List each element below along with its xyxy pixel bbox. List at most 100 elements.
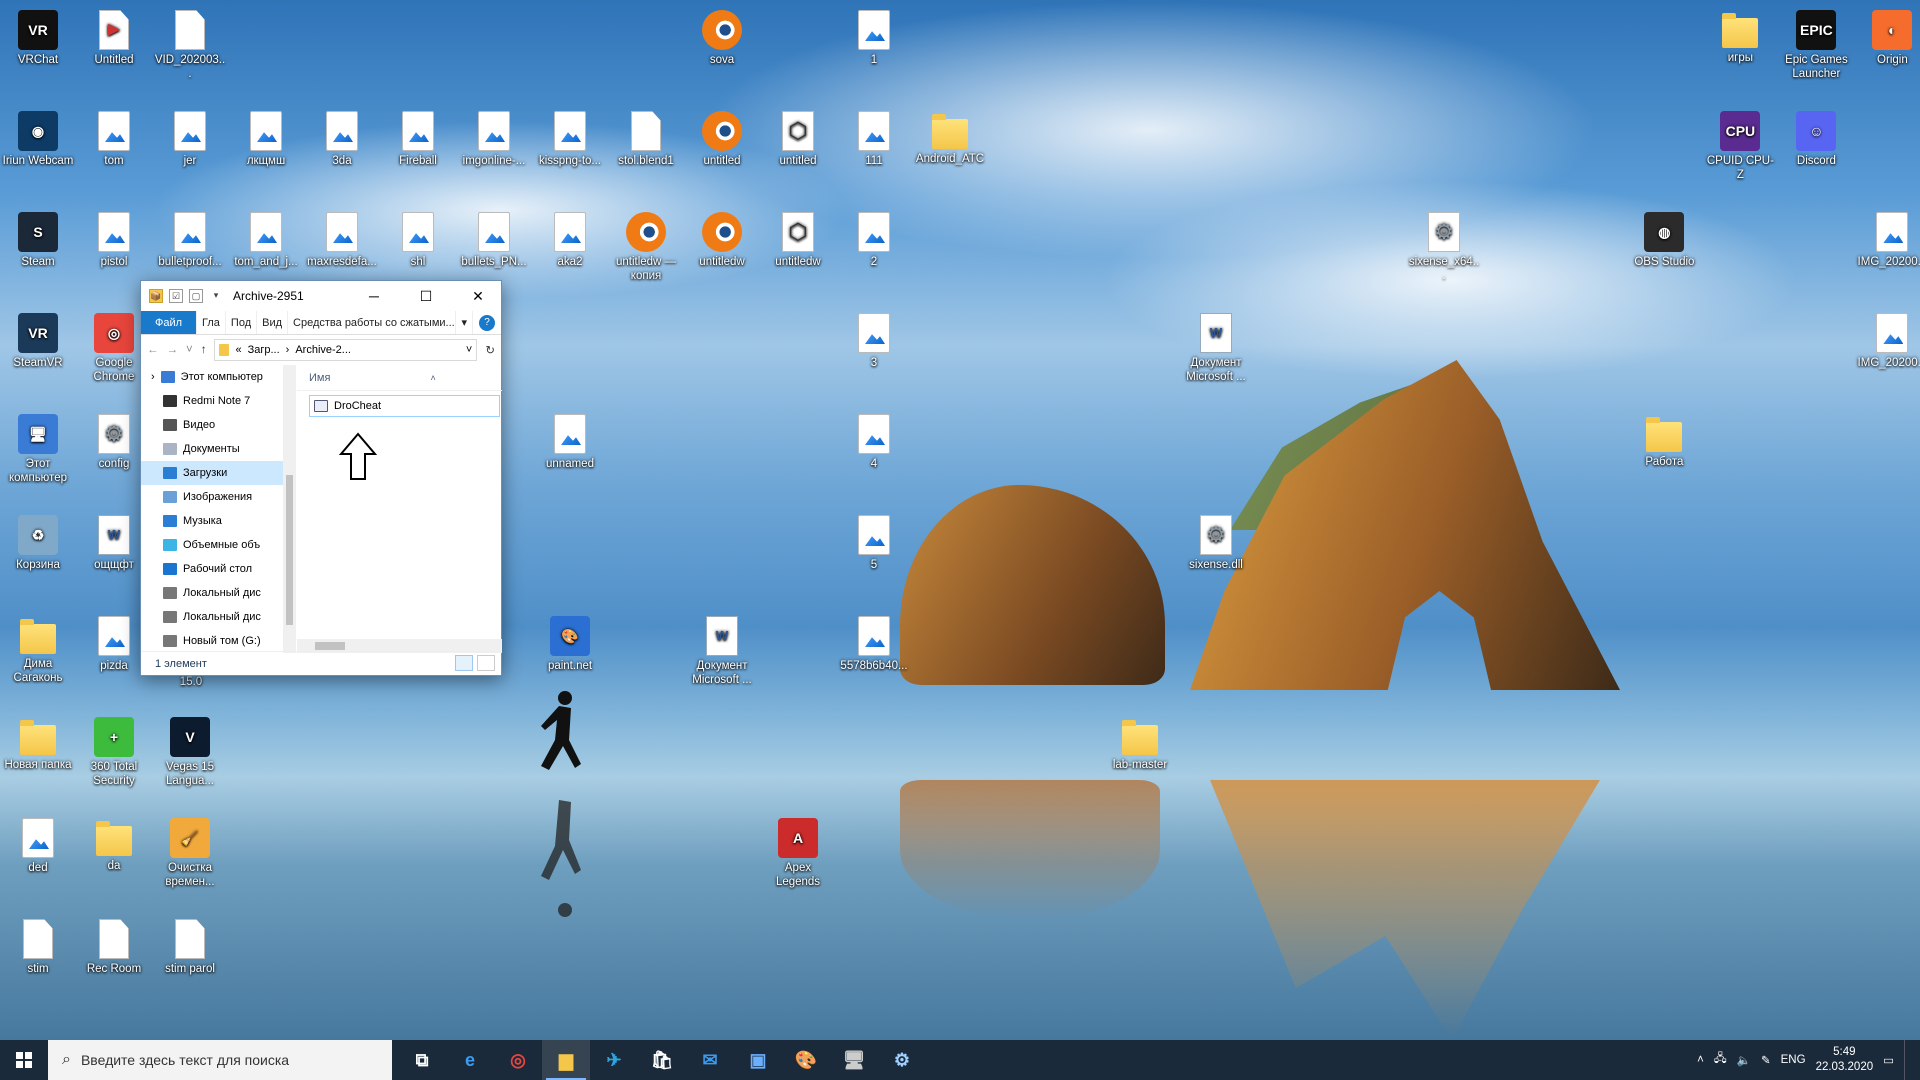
column-header-name[interactable]: Имя ˄	[297, 365, 502, 391]
show-desktop-button[interactable]	[1904, 1040, 1910, 1080]
desktop-icon-img-111[interactable]: 111	[836, 101, 912, 168]
desktop-icon-img-5[interactable]: 5	[836, 505, 912, 572]
scroll-thumb[interactable]	[315, 642, 345, 650]
taskbar-settings-app-button[interactable]: ⚙	[878, 1040, 926, 1080]
taskbar-app-button[interactable]: ▣	[734, 1040, 782, 1080]
details-view-button[interactable]	[455, 655, 473, 671]
desktop-icon-fireball[interactable]: Fireball	[380, 101, 456, 168]
desktop-icon-epic[interactable]: EPIC Epic Games Launcher	[1778, 0, 1854, 81]
close-button[interactable]: ✕	[455, 281, 501, 311]
up-arrow-icon[interactable]: ↑	[201, 344, 207, 356]
tab-view[interactable]: Вид	[257, 311, 289, 334]
desktop-icon-obs[interactable]: ◍ OBS Studio	[1626, 202, 1702, 269]
desktop-icon-vid[interactable]: VID_202003...	[152, 0, 228, 81]
tab-file[interactable]: Файл	[141, 311, 198, 334]
clock[interactable]: 5:49 22.03.2020	[1816, 1045, 1874, 1075]
desktop-icon-shl[interactable]: shl	[380, 202, 456, 269]
taskbar-file-explorer-button[interactable]: ▆	[542, 1040, 590, 1080]
desktop-icon-untitled-b1[interactable]: untitled	[684, 101, 760, 168]
nav-item[interactable]: Рабочий стол	[141, 557, 295, 581]
notifications-icon[interactable]: ▭	[1883, 1053, 1894, 1067]
chevron-down-icon[interactable]: ˅	[466, 344, 472, 356]
nav-item[interactable]: Изображения	[141, 485, 295, 509]
breadcrumb-overflow[interactable]: «	[235, 344, 241, 356]
desktop-icon-aka2[interactable]: aka2	[532, 202, 608, 269]
start-button[interactable]	[0, 1040, 48, 1080]
taskbar-telegram-button[interactable]: ✈	[590, 1040, 638, 1080]
taskbar-chrome-button[interactable]: ◎	[494, 1040, 542, 1080]
taskbar-edge-button[interactable]: e	[446, 1040, 494, 1080]
desktop-icon-bullets-pn[interactable]: bullets_PN...	[456, 202, 532, 269]
taskbar-pc-button[interactable]: 🖥	[830, 1040, 878, 1080]
expand-ribbon-icon[interactable]: ▾	[456, 311, 473, 334]
back-arrow-icon[interactable]: ←	[147, 344, 159, 356]
desktop-icon-sova[interactable]: sova	[684, 0, 760, 67]
help-icon[interactable]: ?	[479, 315, 495, 331]
title-bar[interactable]: 📦 ☑ ▢ ▾ Archive-2951 ─ ☐ ✕	[141, 281, 501, 311]
nav-scrollbar[interactable]	[283, 365, 296, 653]
nav-item[interactable]: Видео	[141, 413, 295, 437]
desktop-icon-360[interactable]: +360 Total Security	[76, 707, 152, 788]
desktop-icon-untitled-c1[interactable]: ⬡ untitled	[760, 101, 836, 168]
desktop-icon-new-folder[interactable]: Новая папка	[0, 707, 76, 772]
nav-item[interactable]: Документы	[141, 437, 295, 461]
file-explorer-window[interactable]: 📦 ☑ ▢ ▾ Archive-2951 ─ ☐ ✕ Файл Гла Под …	[140, 280, 502, 676]
desktop-icon-cleanup[interactable]: 🧹 Очистка времен...	[152, 808, 228, 889]
nav-item[interactable]: Локальный дис	[141, 581, 295, 605]
desktop-icon-img-1[interactable]: 1	[836, 0, 912, 67]
desktop-icon-this-pc[interactable]: 🖥 Этот компьютер	[0, 404, 76, 485]
desktop-icon-android[interactable]: Android_ATC	[912, 101, 988, 166]
expand-chevron-icon[interactable]: ›	[151, 371, 155, 383]
tab-compressed-tools[interactable]: Средства работы со сжатыми...	[288, 311, 457, 334]
nav-item[interactable]: Объемные объ	[141, 533, 295, 557]
desktop-icon-doc-ms-2[interactable]: W Документ Microsoft ...	[684, 606, 760, 687]
desktop-icon-img-2020-2[interactable]: IMG_20200...	[1854, 303, 1920, 370]
language-indicator[interactable]: ENG	[1781, 1054, 1806, 1066]
address-bar[interactable]: « Загр... › Archive-2... ˅	[214, 339, 478, 361]
desktop-icon-steam[interactable]: S Steam	[0, 202, 76, 269]
desktop-icon-recroom[interactable]: Rec Room	[76, 909, 152, 976]
desktop-icon-paintnet[interactable]: 🎨 paint.net	[532, 606, 608, 673]
recent-chevron-icon[interactable]: ˅	[186, 344, 193, 356]
desktop-icon-cpuz[interactable]: CPU CPUID CPU-Z	[1702, 101, 1778, 182]
nav-item[interactable]: Redmi Note 7	[141, 389, 295, 413]
customize-quick-access-icon[interactable]: ▾	[209, 289, 223, 303]
desktop-icon-iriun[interactable]: ◉ Iriun Webcam	[0, 101, 76, 168]
desktop-icon-da[interactable]: da	[76, 808, 152, 873]
desktop-icon-recycle[interactable]: ♻ Корзина	[0, 505, 76, 572]
desktop-icon-bulletproof[interactable]: bulletproof...	[152, 202, 228, 269]
taskbar-store-button[interactable]: 🛍	[638, 1040, 686, 1080]
desktop-icon-jer[interactable]: jer	[152, 101, 228, 168]
desktop-icon-img-2020-1[interactable]: IMG_20200...	[1854, 202, 1920, 269]
desktop-icon-tom-and-j[interactable]: tom_and_j...	[228, 202, 304, 269]
desktop-icon-vegas[interactable]: V Vegas 15 Langua...	[152, 707, 228, 788]
desktop-icon-igry[interactable]: игры	[1702, 0, 1778, 65]
taskbar-task-view-button[interactable]: ⧉	[398, 1040, 446, 1080]
desktop-icon-3da[interactable]: 3da	[304, 101, 380, 168]
network-icon[interactable]: 🖧	[1714, 1051, 1727, 1070]
desktop-icon-img-3[interactable]: 3	[836, 303, 912, 370]
breadcrumb-separator[interactable]: ›	[286, 344, 290, 356]
desktop-icon-untitled-video[interactable]: ▶ Untitled	[76, 0, 152, 67]
desktop-icon-stim-parol[interactable]: stim parol	[152, 909, 228, 976]
desktop-icon-origin[interactable]: ◐ Origin	[1854, 0, 1920, 67]
desktop-icon-maxresdefa[interactable]: maxresdefa...	[304, 202, 380, 269]
desktop-icon-sixense-x64[interactable]: ⚙ sixense_x64...	[1406, 202, 1482, 283]
forward-arrow-icon[interactable]: →	[167, 344, 179, 356]
pen-icon[interactable]: ✎	[1761, 1053, 1771, 1067]
desktop-icon-vrchat[interactable]: VR VRChat	[0, 0, 76, 67]
desktop-icon-tom[interactable]: tom	[76, 101, 152, 168]
desktop-icon-pistol[interactable]: pistol	[76, 202, 152, 269]
desktop-icon-lab-master[interactable]: lab-master	[1102, 707, 1178, 772]
desktop-icon-sixense-dll[interactable]: ⚙ sixense.dll	[1178, 505, 1254, 572]
desktop-icon-lkshmsh[interactable]: лкщмш	[228, 101, 304, 168]
tab-home[interactable]: Гла	[197, 311, 226, 334]
desktop-icon-untitledw-kopia[interactable]: untitledw — копия	[608, 202, 684, 283]
desktop-icon-img-2[interactable]: 2	[836, 202, 912, 269]
new-folder-icon[interactable]: ▢	[189, 289, 203, 303]
show-hidden-icons-icon[interactable]: ˄	[1697, 1054, 1704, 1066]
nav-item[interactable]: › Этот компьютер	[141, 365, 295, 389]
taskbar-mail-button[interactable]: ✉	[686, 1040, 734, 1080]
nav-item[interactable]: Локальный дис	[141, 605, 295, 629]
breadcrumb-archive[interactable]: Archive-2...	[295, 344, 351, 356]
